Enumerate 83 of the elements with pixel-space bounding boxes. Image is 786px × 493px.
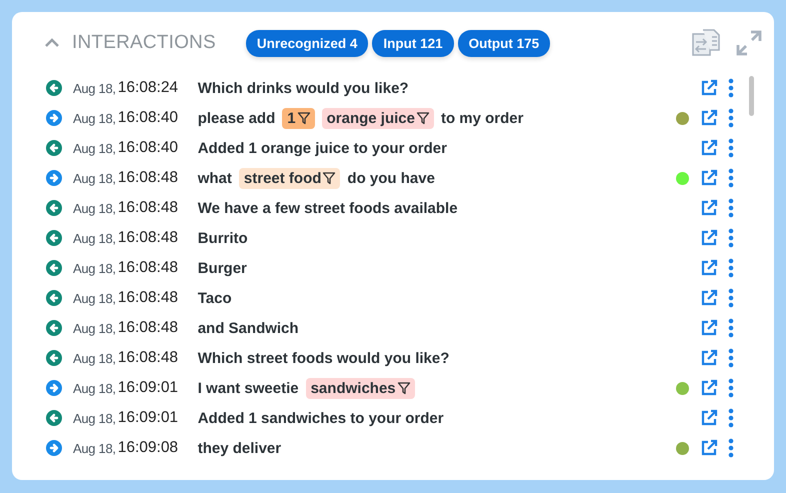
filter-badge[interactable]: Unrecognized 4 <box>246 30 368 56</box>
message-time: 16:08:48 <box>118 169 180 187</box>
compare-documents-icon[interactable] <box>692 29 722 57</box>
open-external-icon[interactable] <box>700 139 718 157</box>
message-text: We have a few street foods available <box>198 200 458 216</box>
section-title: INTERACTIONS <box>72 32 216 54</box>
open-external-icon[interactable] <box>700 259 718 277</box>
message-time: 16:08:48 <box>118 349 180 367</box>
open-external-icon[interactable] <box>700 319 718 337</box>
message-date: Aug 18, <box>73 440 116 456</box>
message-date: Aug 18, <box>73 230 116 246</box>
message-text: Taco <box>198 290 232 306</box>
message-date: Aug 18, <box>73 80 116 96</box>
more-options-icon[interactable] <box>728 438 734 458</box>
message-text: to my order <box>440 110 524 126</box>
open-external-icon[interactable] <box>700 109 718 127</box>
open-external-icon[interactable] <box>700 169 718 187</box>
open-external-icon[interactable] <box>700 229 718 247</box>
message-time: 16:08:48 <box>118 289 180 307</box>
expand-icon[interactable] <box>736 30 762 56</box>
open-external-icon[interactable] <box>700 79 718 97</box>
message-time: 16:08:48 <box>118 229 180 247</box>
message-text: please add <box>198 110 276 126</box>
message-date: Aug 18, <box>73 110 116 126</box>
message-text: they deliver <box>198 440 282 456</box>
more-options-icon[interactable] <box>728 198 734 218</box>
message-date: Aug 18, <box>73 320 116 336</box>
more-options-icon[interactable] <box>728 78 734 98</box>
message-date: Aug 18, <box>73 350 116 366</box>
message-date: Aug 18, <box>73 170 116 186</box>
more-options-icon[interactable] <box>728 348 734 368</box>
message-date: Aug 18, <box>73 260 116 276</box>
more-options-icon[interactable] <box>728 318 734 338</box>
message-time: 16:08:40 <box>118 139 180 157</box>
entity-tag[interactable]: 1 <box>282 108 315 128</box>
open-external-icon[interactable] <box>700 289 718 307</box>
open-external-icon[interactable] <box>700 379 718 397</box>
message-text: Burger <box>198 260 247 276</box>
message-text: Which street foods would you like? <box>198 350 450 366</box>
message-time: 16:08:48 <box>118 199 180 217</box>
more-options-icon[interactable] <box>728 378 734 398</box>
open-external-icon[interactable] <box>700 409 718 427</box>
more-options-icon[interactable] <box>728 168 734 188</box>
open-external-icon[interactable] <box>700 349 718 367</box>
message-time: 16:09:01 <box>118 379 180 397</box>
filter-badge[interactable]: Output 175 <box>458 30 550 56</box>
message-date: Aug 18, <box>73 200 116 216</box>
filter-icon <box>396 381 411 395</box>
more-options-icon[interactable] <box>728 138 734 158</box>
message-text: Which drinks would you like? <box>198 80 409 96</box>
message-time: 16:08:48 <box>118 319 180 337</box>
filter-badge[interactable]: Input 121 <box>372 30 454 56</box>
collapse-chevron-icon[interactable] <box>44 38 60 48</box>
message-text: Added 1 orange juice to your order <box>198 140 447 156</box>
entity-tag[interactable]: street food <box>238 168 340 188</box>
message-time: 16:09:01 <box>118 409 180 427</box>
more-options-icon[interactable] <box>728 288 734 308</box>
filter-icon <box>322 171 336 185</box>
message-text: I want sweetie <box>198 380 299 396</box>
message-text: do you have <box>347 170 435 186</box>
entity-tag[interactable]: sandwiches <box>306 378 415 398</box>
message-date: Aug 18, <box>73 140 116 156</box>
more-options-icon[interactable] <box>728 228 734 248</box>
more-options-icon[interactable] <box>728 108 734 128</box>
message-date: Aug 18, <box>73 410 116 426</box>
message-text: Burrito <box>198 230 248 246</box>
message-time: 16:08:48 <box>118 259 180 277</box>
message-time: 16:08:40 <box>118 109 180 127</box>
message-text: and Sandwich <box>198 320 299 336</box>
open-external-icon[interactable] <box>700 199 718 217</box>
scrollbar-thumb[interactable] <box>749 76 754 116</box>
open-external-icon[interactable] <box>700 439 718 457</box>
message-date: Aug 18, <box>73 290 116 306</box>
message-time: 16:09:08 <box>118 439 180 457</box>
filter-icon <box>296 111 311 125</box>
message-time: 16:08:24 <box>118 79 180 97</box>
filter-icon <box>416 111 430 125</box>
more-options-icon[interactable] <box>728 408 734 428</box>
more-options-icon[interactable] <box>728 258 734 278</box>
message-text: Added 1 sandwiches to your order <box>198 410 444 426</box>
message-text: what <box>198 170 232 186</box>
message-date: Aug 18, <box>73 380 116 396</box>
entity-tag[interactable]: orange juice <box>322 108 434 128</box>
